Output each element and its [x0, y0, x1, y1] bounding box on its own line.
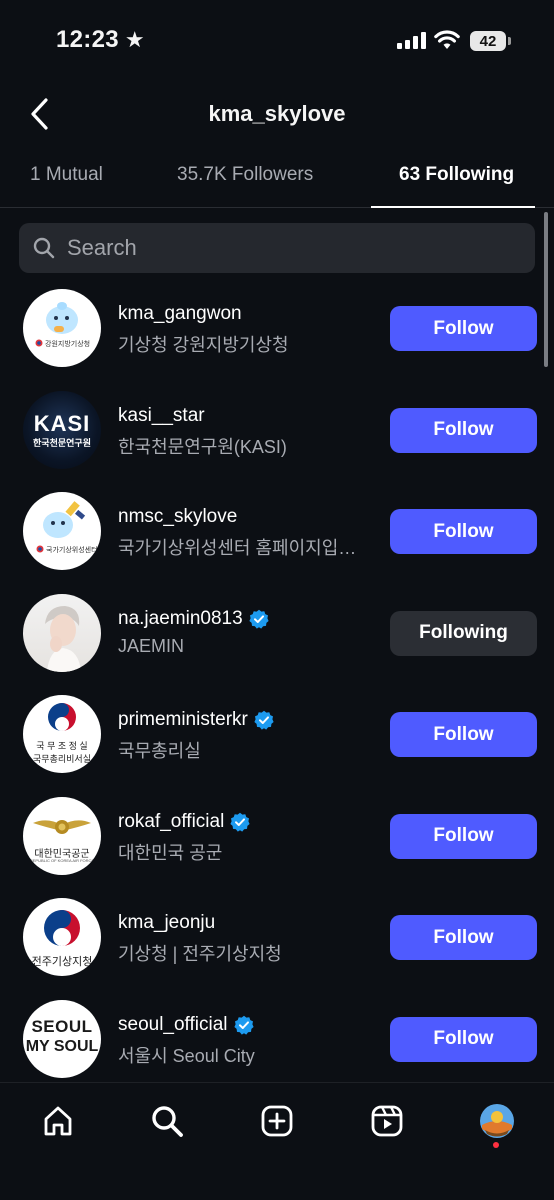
- page-title: kma_skylove: [208, 101, 346, 126]
- create-icon: [261, 1105, 293, 1137]
- nav-search[interactable]: [147, 1101, 187, 1141]
- username[interactable]: primeministerkr: [118, 709, 248, 731]
- avatar-caption: 국가기상위성센터: [46, 547, 98, 554]
- avatar[interactable]: 대한민국공군 REPUBLIC OF KOREA AIR FORCE: [23, 796, 101, 875]
- following-list: 강원지방기상청 kma_gangwon 기상청 강원지방기상청 Follow K…: [0, 285, 554, 1097]
- tab-following[interactable]: 63 Following: [399, 164, 514, 186]
- verified-badge-icon: [254, 710, 274, 730]
- follow-button[interactable]: Follow: [390, 407, 537, 453]
- list-item[interactable]: 대한민국공군 REPUBLIC OF KOREA AIR FORCE rokaf…: [0, 793, 554, 895]
- avatar-caption: 한국천문연구원: [33, 437, 91, 448]
- status-time: 12:23 ★: [56, 26, 145, 54]
- kma-mascot-logo-icon: [35, 302, 78, 347]
- list-item[interactable]: 강원지방기상청 kma_gangwon 기상청 강원지방기상청 Follow: [0, 285, 554, 387]
- list-item[interactable]: na.jaemin0813 JAEMIN Following: [0, 590, 554, 692]
- focus-star-icon: ★: [124, 27, 145, 52]
- avatar[interactable]: 강원지방기상청: [23, 289, 101, 367]
- follow-button[interactable]: Follow: [390, 813, 537, 859]
- list-item[interactable]: 국가기상위성센터 nmsc_skylove 국가기상위성센터 홈페이지입… Fo…: [0, 488, 554, 590]
- list-item[interactable]: KASI 한국천문연구원 kasi__star 한국천문연구원(KASI) Fo…: [0, 387, 554, 489]
- list-item[interactable]: 국 무 조 정 실 국무총리비서실 primeministerkr 국무총리실 …: [0, 691, 554, 793]
- status-bar: 12:23 ★ 42: [0, 0, 554, 84]
- full-name: 기상청 강원지방기상청: [118, 335, 289, 355]
- profile-avatar: [480, 1104, 514, 1138]
- nav-home[interactable]: [38, 1101, 78, 1141]
- avatar[interactable]: SEOUL MY SOUL: [23, 999, 101, 1078]
- air-force-emblem-icon: [33, 819, 91, 834]
- full-name: JAEMIN: [118, 635, 185, 656]
- verified-badge-icon: [230, 812, 250, 832]
- username[interactable]: kasi__star: [118, 405, 205, 427]
- follow-button[interactable]: Follow: [390, 306, 537, 351]
- avatar-caption: 국 무 조 정 실: [36, 741, 88, 751]
- follow-button[interactable]: Follow: [390, 712, 537, 757]
- avatar[interactable]: [23, 593, 101, 672]
- tab-mutual[interactable]: 1 Mutual: [30, 164, 103, 186]
- satellite-mascot-logo-icon: [36, 501, 86, 553]
- avatar[interactable]: 국 무 조 정 실 국무총리비서실: [23, 695, 101, 773]
- follow-button[interactable]: Follow: [390, 915, 537, 960]
- full-name: 국무총리실: [118, 741, 201, 761]
- follow-button[interactable]: Follow: [390, 1016, 537, 1062]
- nav-reels[interactable]: [367, 1101, 407, 1141]
- follow-button[interactable]: Follow: [390, 509, 537, 554]
- avatar[interactable]: KASI 한국천문연구원: [23, 390, 101, 469]
- username[interactable]: kma_jeonju: [118, 912, 215, 934]
- home-icon: [44, 1106, 72, 1136]
- reels-icon: [371, 1105, 403, 1137]
- list-item[interactable]: 전주기상지청 kma_jeonju 기상청 | 전주기상지청 Follow: [0, 894, 554, 996]
- avatar[interactable]: 국가기상위성센터: [23, 492, 101, 570]
- bottom-nav: [0, 1082, 554, 1200]
- full-name: 한국천문연구원(KASI): [118, 436, 287, 457]
- avatar-subcaption: REPUBLIC OF KOREA AIR FORCE: [29, 857, 95, 863]
- cellular-signal-icon: [397, 31, 426, 49]
- avatar-subcaption: 국무총리비서실: [33, 754, 91, 764]
- search-icon: [152, 1106, 183, 1137]
- username[interactable]: seoul_official: [118, 1014, 228, 1036]
- battery-level: 42: [479, 32, 497, 50]
- avatar-logo-text: SEOUL: [31, 1016, 93, 1036]
- wifi-icon: [434, 30, 460, 49]
- avatar[interactable]: 전주기상지청: [23, 898, 101, 976]
- search-icon: [33, 237, 55, 259]
- avatar-caption: 강원지방기상청: [45, 341, 91, 348]
- avatar-logo-text: KASI: [33, 410, 91, 436]
- time-text: 12:23: [56, 26, 119, 53]
- profile-photo: [45, 605, 81, 672]
- tab-bar: 1 Mutual 35.7K Followers 63 Following: [0, 150, 554, 208]
- full-name: 서울시 Seoul City: [118, 1045, 255, 1066]
- search-input[interactable]: [67, 235, 507, 261]
- username[interactable]: na.jaemin0813: [118, 608, 243, 630]
- username[interactable]: nmsc_skylove: [118, 506, 237, 528]
- verified-badge-icon: [249, 609, 269, 629]
- nav-create[interactable]: [257, 1101, 297, 1141]
- username[interactable]: rokaf_official: [118, 811, 224, 833]
- following-button[interactable]: Following: [390, 610, 537, 656]
- full-name: 국가기상위성센터 홈페이지입…: [118, 538, 357, 558]
- full-name: 대한민국 공군: [118, 842, 223, 863]
- avatar-caption: 전주기상지청: [31, 956, 93, 968]
- nav-profile[interactable]: [477, 1101, 517, 1141]
- username[interactable]: kma_gangwon: [118, 303, 242, 325]
- search-bar[interactable]: [19, 223, 535, 273]
- battery-icon: 42: [470, 31, 511, 51]
- avatar-logo-subtext: MY SOUL: [25, 1037, 99, 1055]
- active-tab-indicator: [371, 206, 535, 208]
- tab-followers[interactable]: 35.7K Followers: [177, 164, 313, 186]
- notification-dot: [493, 1142, 499, 1148]
- full-name: 기상청 | 전주기상지청: [118, 944, 282, 964]
- verified-badge-icon: [233, 1015, 254, 1035]
